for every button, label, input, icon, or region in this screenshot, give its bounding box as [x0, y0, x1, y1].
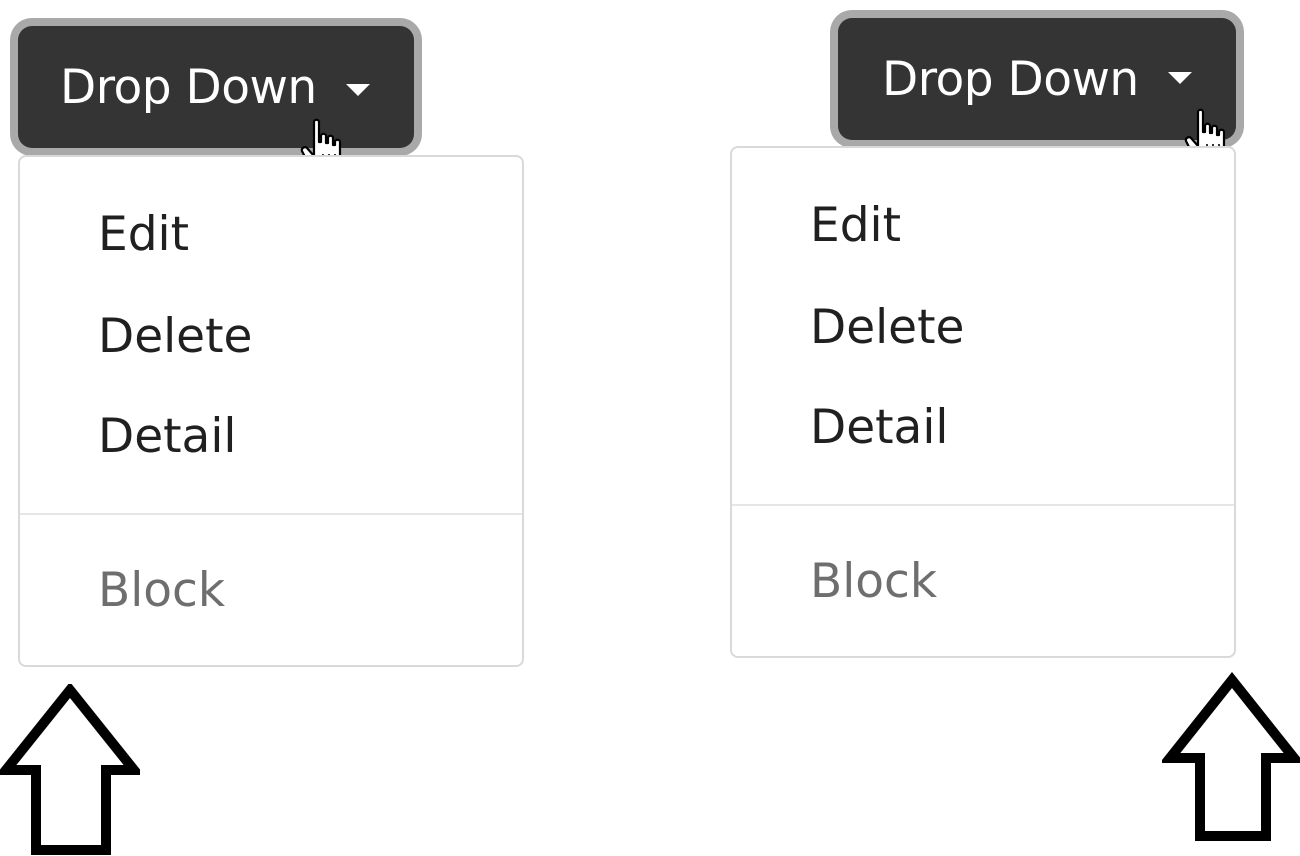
right-dropdown-button[interactable]: Drop Down [838, 18, 1236, 140]
menu-divider [732, 504, 1234, 506]
menu-item-edit[interactable]: Edit [810, 198, 901, 253]
up-arrow-icon [1162, 672, 1300, 841]
left-dropdown: Drop Down Edit Delete Detail Block [0, 0, 640, 856]
menu-item-detail[interactable]: Detail [98, 409, 236, 464]
caret-down-icon [1168, 72, 1192, 84]
left-dropdown-button[interactable]: Drop Down [18, 26, 414, 148]
menu-item-delete[interactable]: Delete [98, 309, 252, 364]
menu-item-edit[interactable]: Edit [98, 207, 189, 262]
menu-item-block[interactable]: Block [810, 554, 937, 609]
right-dropdown: Drop Down Edit Delete Detail Block [640, 0, 1300, 856]
up-arrow-icon [0, 684, 140, 855]
menu-item-delete[interactable]: Delete [810, 300, 964, 355]
left-dropdown-button-label: Drop Down [60, 60, 317, 115]
menu-divider [20, 513, 522, 515]
right-dropdown-menu: Edit Delete Detail Block [730, 146, 1236, 658]
right-dropdown-button-label: Drop Down [882, 52, 1139, 107]
left-dropdown-menu: Edit Delete Detail Block [18, 155, 524, 667]
caret-down-icon [346, 84, 370, 96]
menu-item-detail[interactable]: Detail [810, 400, 948, 455]
menu-item-block[interactable]: Block [98, 563, 225, 618]
